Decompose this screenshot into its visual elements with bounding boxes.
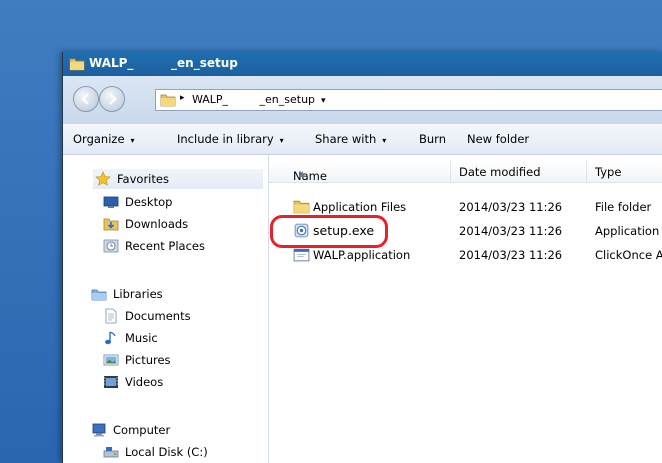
file-name: WALP.application xyxy=(313,248,411,262)
include-in-library-button[interactable]: Include in library ▾ xyxy=(177,132,284,146)
window-title: WALP_ _en_setup xyxy=(89,56,238,70)
music-icon xyxy=(105,331,116,345)
column-header-date-modified[interactable]: Date modified xyxy=(451,161,587,183)
column-header-type[interactable]: Type xyxy=(587,161,662,183)
recent-places-icon xyxy=(103,239,119,253)
folder-icon xyxy=(69,58,85,71)
organize-button[interactable]: Organize ▾ xyxy=(73,132,135,146)
folder-icon xyxy=(293,200,310,214)
navigation-pane: Favorites Desktop Downloads Recent Place… xyxy=(63,155,269,463)
breadcrumb-path-text[interactable]: WALP_ _en_setup xyxy=(192,93,315,106)
nav-label: Libraries xyxy=(113,287,163,301)
file-row-application-files[interactable]: Application Files 2014/03/23 11:26 File … xyxy=(269,197,662,217)
file-type: ClickOnce A xyxy=(595,248,662,262)
burn-button[interactable]: Burn xyxy=(419,132,446,146)
local-disk-icon xyxy=(103,447,119,458)
nav-label: Downloads xyxy=(125,217,189,231)
nav-label: Favorites xyxy=(117,172,169,186)
sort-ascending-icon: ▲ xyxy=(299,169,306,178)
explorer-window: WALP_ _en_setup ▸ WALP_ _en_setup ▾ Organ xyxy=(62,52,662,463)
nav-label: Pictures xyxy=(125,353,171,367)
pictures-icon xyxy=(103,354,119,366)
address-field[interactable]: ▸ WALP_ _en_setup ▾ xyxy=(155,89,662,111)
file-date: 2014/03/23 11:26 xyxy=(459,200,563,214)
command-bar: Organize ▾ Include in library ▾ Share with… xyxy=(63,124,662,155)
share-with-button[interactable]: Share with ▾ xyxy=(315,132,386,146)
desktop-icon xyxy=(103,196,119,208)
share-with-label: Share with xyxy=(315,132,377,146)
nav-label: Local Disk (C:) xyxy=(125,445,208,459)
include-in-library-label: Include in library xyxy=(177,132,274,146)
file-name: Application Files xyxy=(313,200,407,214)
nav-label: Recent Places xyxy=(125,239,205,253)
application-manifest-icon xyxy=(293,248,310,262)
file-type: Application xyxy=(595,224,660,238)
file-type: File folder xyxy=(595,200,652,214)
chevron-down-icon: ▾ xyxy=(130,136,135,145)
back-button[interactable] xyxy=(73,86,99,112)
nav-label: Music xyxy=(125,331,158,345)
organize-label: Organize xyxy=(73,132,125,146)
breadcrumb-path[interactable]: WALP_ _en_setup ▾ xyxy=(192,93,326,106)
chevron-down-icon[interactable]: ▾ xyxy=(321,96,326,106)
nav-label: Computer xyxy=(113,423,171,437)
downloads-icon xyxy=(103,218,119,231)
nav-label: Videos xyxy=(125,375,164,389)
nav-label: Desktop xyxy=(125,195,173,209)
title-bar[interactable]: WALP_ _en_setup xyxy=(63,52,662,76)
forward-arrow-icon xyxy=(109,93,117,105)
nav-label: Documents xyxy=(125,309,191,323)
back-arrow-icon xyxy=(81,93,89,105)
videos-icon xyxy=(104,376,118,388)
computer-icon xyxy=(92,423,106,437)
column-header-name[interactable]: Name ▲ xyxy=(269,161,451,183)
file-list-pane: Name ▲ Date modified Type Application Fil… xyxy=(269,155,662,463)
documents-icon xyxy=(105,308,117,324)
file-row-walp-application[interactable]: WALP.application 2014/03/23 11:26 ClickO… xyxy=(269,245,662,265)
column-header-type-label: Type xyxy=(595,165,622,179)
nav-item-favorites[interactable]: Favorites xyxy=(93,169,263,189)
address-bar-area: ▸ WALP_ _en_setup ▾ xyxy=(63,76,662,125)
star-icon xyxy=(95,171,111,186)
libraries-icon xyxy=(91,289,107,301)
breadcrumb-separator-icon[interactable]: ▸ xyxy=(180,93,185,103)
column-header-date-label: Date modified xyxy=(459,165,541,179)
file-date: 2014/03/23 11:26 xyxy=(459,224,563,238)
folder-icon xyxy=(160,94,176,107)
chevron-down-icon: ▾ xyxy=(279,136,284,145)
setup-exe-highlight-annotation xyxy=(270,215,388,248)
file-date: 2014/03/23 11:26 xyxy=(459,248,563,262)
chevron-down-icon: ▾ xyxy=(382,136,387,145)
new-folder-button[interactable]: New folder xyxy=(467,132,529,146)
forward-button[interactable] xyxy=(99,86,125,112)
